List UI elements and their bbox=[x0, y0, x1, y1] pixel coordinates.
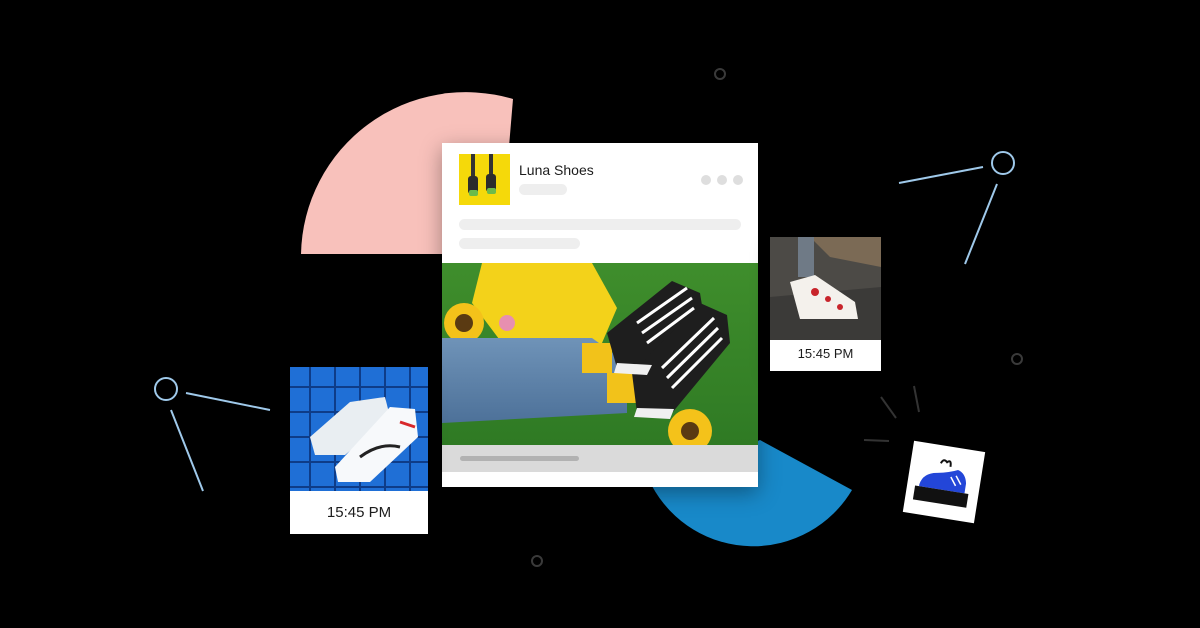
avatar-sneakers-image bbox=[459, 154, 510, 205]
spark-line bbox=[863, 439, 890, 442]
small-ring-dot bbox=[1011, 353, 1023, 365]
blue-shoe-icon bbox=[912, 459, 969, 508]
spark-line bbox=[880, 396, 897, 419]
post-thumbnail bbox=[770, 237, 881, 340]
more-dot-icon bbox=[701, 175, 711, 185]
connector-line bbox=[898, 166, 984, 184]
connector-line bbox=[170, 409, 204, 492]
brand-avatar[interactable] bbox=[459, 154, 510, 205]
more-options-button[interactable] bbox=[701, 175, 743, 185]
connector-line bbox=[964, 183, 998, 265]
scheduled-time: 15:45 PM bbox=[797, 346, 854, 361]
caption-placeholder-line bbox=[459, 238, 580, 249]
floral-sneaker-image bbox=[770, 237, 881, 340]
scheduled-time: 15:45 PM bbox=[326, 504, 392, 521]
shoe-sticker bbox=[902, 440, 986, 524]
connector-line bbox=[185, 392, 271, 411]
footer-placeholder-bar bbox=[460, 456, 579, 461]
sneakers-grass-image bbox=[442, 263, 758, 445]
social-post-card[interactable]: Luna Shoes bbox=[442, 143, 758, 487]
post-meta-placeholder bbox=[519, 184, 567, 195]
spark-line bbox=[913, 385, 920, 413]
brand-name[interactable]: Luna Shoes bbox=[519, 162, 594, 178]
small-ring-dot bbox=[531, 555, 543, 567]
more-dot-icon bbox=[717, 175, 727, 185]
scheduled-post-card-left[interactable]: 15:45 PM bbox=[290, 367, 428, 534]
connector-node bbox=[154, 377, 178, 401]
promo-scene: Luna Shoes 15:45 PM 15:45 PM bbox=[0, 0, 1200, 628]
white-sneakers-image bbox=[290, 367, 428, 491]
post-photo[interactable] bbox=[442, 263, 758, 445]
small-ring-dot bbox=[714, 68, 726, 80]
connector-node bbox=[991, 151, 1015, 175]
more-dot-icon bbox=[733, 175, 743, 185]
post-thumbnail bbox=[290, 367, 428, 491]
caption-placeholder-line bbox=[459, 219, 741, 230]
scheduled-post-card-right[interactable]: 15:45 PM bbox=[770, 237, 881, 371]
post-footer bbox=[442, 445, 758, 472]
